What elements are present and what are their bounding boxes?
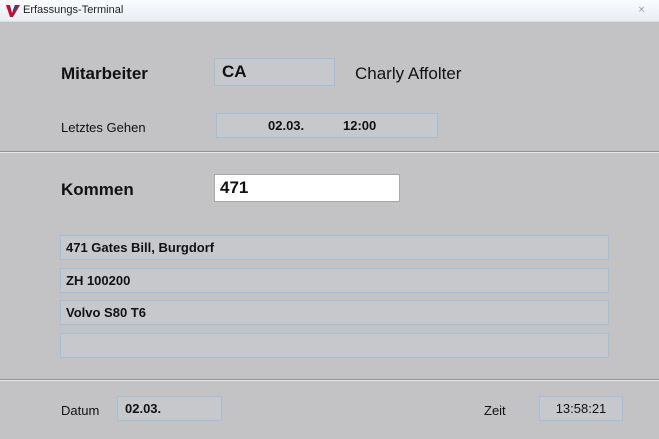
close-icon[interactable]: ×: [634, 4, 649, 17]
arrival-input[interactable]: 471: [214, 174, 400, 202]
date-label: Datum: [61, 403, 100, 418]
employee-code-field: CA: [214, 58, 335, 86]
time-field: 13:58:21: [539, 396, 623, 421]
last-leave-field: 02.03. 12:00: [216, 113, 438, 138]
employee-name: Charly Affolter: [355, 64, 462, 83]
date-field: 02.03.: [117, 396, 222, 421]
terminal-window: Erfassungs-Terminal × Mitarbeiter CA Cha…: [0, 0, 659, 439]
title-bar: Erfassungs-Terminal ×: [0, 0, 659, 22]
last-leave-label: Letztes Gehen: [61, 120, 146, 135]
last-leave-time: 12:00: [343, 118, 377, 133]
app-logo-icon: [6, 5, 20, 17]
time-label: Zeit: [484, 403, 506, 418]
divider-bottom-highlight: [0, 380, 659, 381]
divider-top-highlight: [0, 152, 659, 153]
detail-line-vehicle: Volvo S80 T6: [60, 300, 609, 325]
arrival-label: Kommen: [61, 180, 134, 199]
detail-line-plate: ZH 100200: [60, 268, 609, 293]
window-title: Erfassungs-Terminal: [23, 4, 124, 16]
detail-line-customer: 471 Gates Bill, Burgdorf: [60, 235, 609, 260]
detail-line-empty: [60, 333, 609, 358]
last-leave-date: 02.03.: [268, 118, 305, 133]
employee-label: Mitarbeiter: [61, 64, 148, 83]
